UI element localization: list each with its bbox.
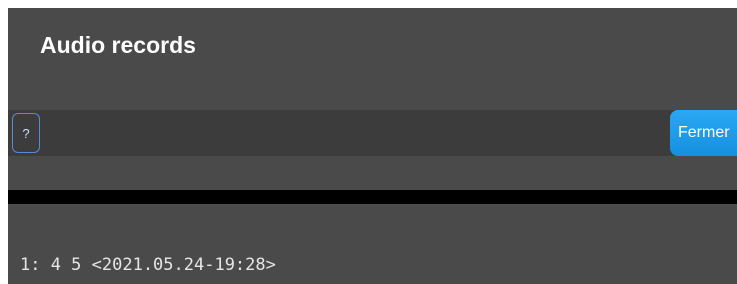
record-item[interactable]: 1: 4 5 <2021.05.24-19:28> xyxy=(8,254,737,276)
help-button[interactable]: ? xyxy=(12,113,40,153)
toolbar: ? Fermer xyxy=(8,110,737,156)
dialog-title: Audio records xyxy=(40,32,196,58)
record-list: 1: 4 5 <2021.05.24-19:28> xyxy=(8,254,737,276)
close-button[interactable]: Fermer xyxy=(670,110,737,156)
separator-bar xyxy=(8,190,737,204)
audio-records-dialog: Audio records ? Fermer 1: 4 5 <2021.05.2… xyxy=(8,8,737,284)
